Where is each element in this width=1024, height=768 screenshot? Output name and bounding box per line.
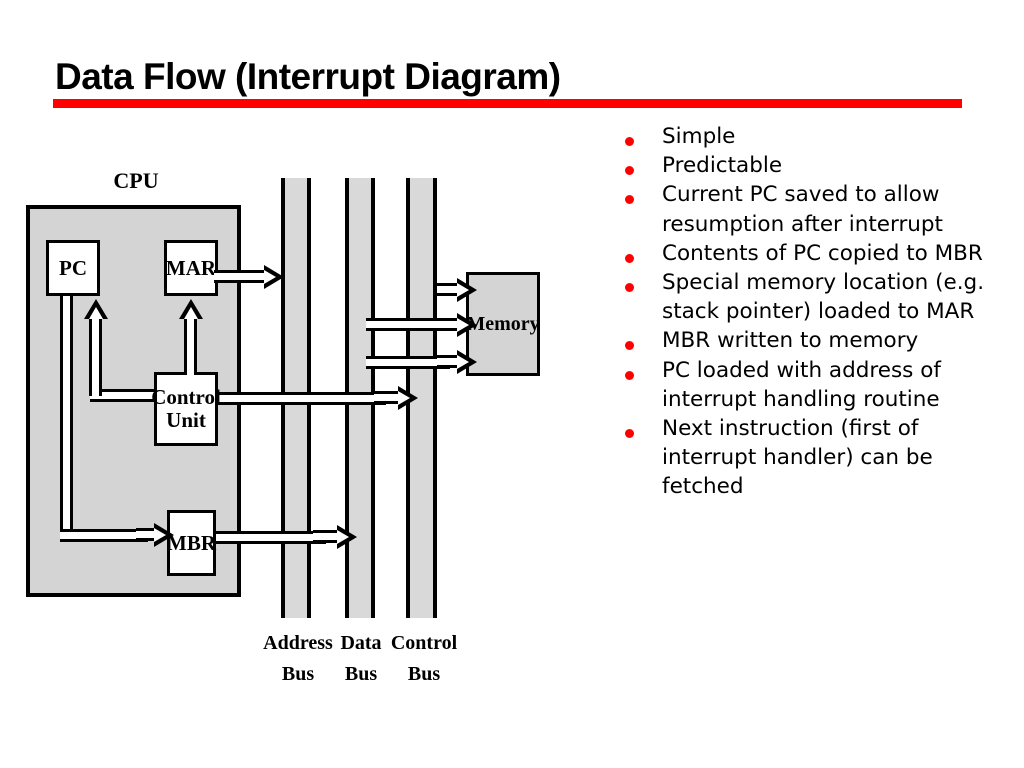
bullet-marker-icon xyxy=(616,326,662,355)
control-unit-to-control-bus-line xyxy=(214,392,386,405)
control-bus-label-line1: Control xyxy=(390,632,458,654)
bullet-item-text: Predictable xyxy=(662,153,783,179)
mbr-to-data-bus-line xyxy=(214,531,326,544)
bullet-item-text: Next instruction (first of interrupt han… xyxy=(662,416,933,500)
bullet-marker-icon xyxy=(616,239,662,268)
control-unit-to-control-bus-arrow xyxy=(374,386,422,410)
bullet-item-text: Simple xyxy=(662,124,736,149)
mbr-to-data-bus-arrow xyxy=(313,525,361,549)
bullet-item: Contents of PC copied to MBR xyxy=(616,239,1016,268)
control-unit-label-line2: Unit xyxy=(166,408,206,432)
bullet-list: Simple Predictable Current PC saved to all… xyxy=(616,122,1016,502)
cpu-label: CPU xyxy=(113,168,159,193)
bullet-marker-icon xyxy=(616,414,662,443)
register-mar-label: MAR xyxy=(165,255,217,280)
register-pc-label: PC xyxy=(59,255,87,280)
address-bus-to-memory-arrow xyxy=(437,278,479,302)
bullet-item: PC loaded with address of interrupt hand… xyxy=(616,356,1016,414)
bullet-marker-icon xyxy=(616,122,662,151)
data-bus-to-memory-arrow xyxy=(437,313,479,337)
control-unit-box[interactable]: Control Unit xyxy=(151,372,221,446)
pc-to-mbr-arrow xyxy=(136,523,176,547)
bullet-item-text: PC loaded with address of interrupt hand… xyxy=(662,357,941,412)
control-unit-label-line1: Control xyxy=(151,385,221,409)
control-unit-to-pc-arrow xyxy=(84,299,108,396)
control-bus-label: Control Bus xyxy=(382,628,466,690)
bullet-item-text: Contents of PC copied to MBR xyxy=(662,240,983,266)
bullet-marker-icon xyxy=(616,268,662,297)
bullet-item: MBR written to memory xyxy=(616,326,1016,355)
pc-to-mbr-horizontal-line xyxy=(60,529,148,542)
bullet-item: Simple xyxy=(616,122,1016,151)
control-unit-to-mar-arrow xyxy=(179,299,203,375)
bullet-marker-icon xyxy=(616,180,662,209)
bullet-item: Predictable xyxy=(616,151,1016,180)
control-bus-to-memory-arrow xyxy=(437,350,479,374)
mar-to-address-bus-arrow xyxy=(214,265,288,289)
bullet-item-text: Current PC saved to allow resumption aft… xyxy=(662,182,943,237)
bullet-marker-icon xyxy=(616,151,662,180)
control-bus-label-line2: Bus xyxy=(407,663,441,685)
register-pc[interactable]: PC xyxy=(46,240,100,296)
pc-to-mbr-vertical-line xyxy=(60,293,73,542)
bullet-item: Current PC saved to allow resumption aft… xyxy=(616,180,1016,238)
bullet-marker-icon xyxy=(616,356,662,385)
bullet-item: Next instruction (first of interrupt han… xyxy=(616,414,1016,502)
bullet-item-text: Special memory location (e.g. stack poin… xyxy=(662,270,985,325)
register-mar[interactable]: MAR xyxy=(164,240,218,296)
bullet-item: Special memory location (e.g. stack poin… xyxy=(616,268,1016,326)
bullet-item-text: MBR written to memory xyxy=(662,328,919,354)
